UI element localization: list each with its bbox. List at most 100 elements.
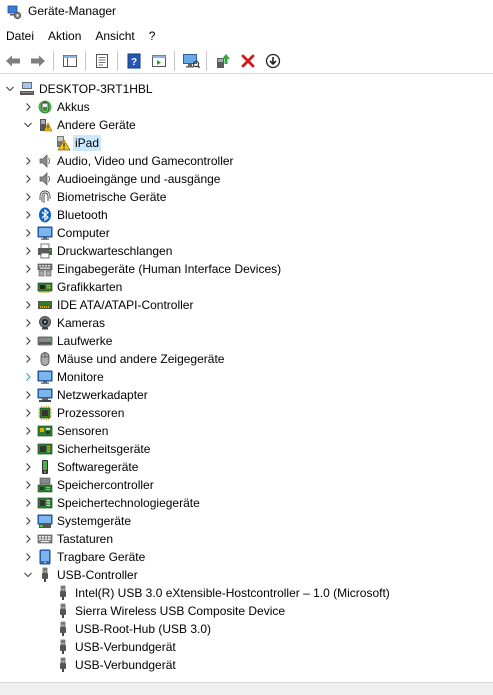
properties-icon	[96, 53, 108, 68]
back-button[interactable]	[1, 50, 25, 72]
tree-item-audio-video-und-gamecontroller[interactable]: Audio, Video und Gamecontroller	[0, 152, 493, 170]
tree-item-grafikkarten[interactable]: Grafikkarten	[0, 278, 493, 296]
menu-ansicht[interactable]: Ansicht	[88, 26, 141, 46]
tree-item-bluetooth[interactable]: Bluetooth	[0, 206, 493, 224]
menu-help[interactable]: ?	[142, 26, 163, 46]
tree-item-label: Netzwerkadapter	[57, 388, 148, 402]
uninstall-device-button[interactable]	[236, 50, 260, 72]
expand-toggle[interactable]	[22, 242, 34, 260]
expand-toggle[interactable]	[22, 476, 34, 494]
update-driver-button[interactable]	[211, 50, 235, 72]
expand-toggle[interactable]	[22, 332, 34, 350]
toolbar-separator	[117, 50, 118, 71]
expand-toggle[interactable]	[22, 188, 34, 206]
tree-item-label: Monitore	[57, 370, 104, 384]
tree-item-sicherheitsgeraete[interactable]: Sicherheitsgeräte	[0, 440, 493, 458]
expand-toggle[interactable]	[22, 278, 34, 296]
tree-item-audioeingaenge-und-ausgaenge[interactable]: Audioeingänge und -ausgänge	[0, 170, 493, 188]
help-icon: ?	[127, 53, 141, 68]
tree-item-computer[interactable]: Computer	[0, 224, 493, 242]
tree-item-druckwarteschlangen[interactable]: Druckwarteschlangen	[0, 242, 493, 260]
tree-item-label: Druckwarteschlangen	[57, 244, 173, 258]
chevron-right-icon	[26, 103, 31, 111]
toolbar: ?	[0, 48, 493, 74]
show-hide-console-tree-button[interactable]	[58, 50, 82, 72]
expand-toggle[interactable]	[22, 314, 34, 332]
tree-item-akkus[interactable]: Akkus	[0, 98, 493, 116]
menu-datei[interactable]: Datei	[0, 26, 41, 46]
expand-toggle[interactable]	[22, 170, 34, 188]
menu-aktion[interactable]: Aktion	[41, 26, 88, 46]
tree-item-label: Tragbare Geräte	[57, 550, 146, 564]
tree-item-biometrische-geraete[interactable]: Biometrische Geräte	[0, 188, 493, 206]
expand-toggle[interactable]	[22, 206, 34, 224]
chevron-right-icon	[26, 247, 31, 255]
tree-item-tastaturen[interactable]: Tastaturen	[0, 530, 493, 548]
tree-item-sierra-wireless-usb-composite-device[interactable]: Sierra Wireless USB Composite Device	[0, 602, 493, 620]
chevron-right-icon	[26, 553, 31, 561]
tree-item-monitore[interactable]: Monitore	[0, 368, 493, 386]
expand-toggle[interactable]	[22, 368, 34, 386]
tree-item-systemgeraete[interactable]: Systemgeräte	[0, 512, 493, 530]
tree-item-label: Tastaturen	[57, 532, 114, 546]
action-pane-button[interactable]	[147, 50, 171, 72]
tree-item-laufwerke[interactable]: Laufwerke	[0, 332, 493, 350]
expand-toggle[interactable]	[22, 386, 34, 404]
tree-item-softwaregeraete[interactable]: Softwaregeräte	[0, 458, 493, 476]
expand-toggle[interactable]	[22, 530, 34, 548]
collapse-toggle[interactable]	[22, 566, 34, 584]
usb-plug-icon	[55, 603, 71, 619]
expand-toggle[interactable]	[22, 440, 34, 458]
expand-toggle[interactable]	[22, 296, 34, 314]
collapse-toggle[interactable]	[22, 116, 34, 134]
tree-item-label: Andere Geräte	[57, 118, 136, 132]
expand-toggle[interactable]	[22, 512, 34, 530]
usb-plug-icon	[55, 639, 71, 655]
properties-button[interactable]	[90, 50, 114, 72]
tree-item-tragbare-geraete[interactable]: Tragbare Geräte	[0, 548, 493, 566]
tree-item-prozessoren[interactable]: Prozessoren	[0, 404, 493, 422]
chevron-right-icon	[26, 445, 31, 453]
expand-toggle[interactable]	[22, 152, 34, 170]
drive-icon	[37, 333, 53, 349]
tree-item-label: Speichercontroller	[57, 478, 154, 492]
expand-toggle[interactable]	[22, 224, 34, 242]
tree-item-andere-geraete[interactable]: Andere Geräte	[0, 116, 493, 134]
toolbar-separator	[174, 50, 175, 71]
ide-controller-icon	[37, 297, 53, 313]
tree-item-intel-r-usb-3-0-extensible-hostcontroller-1-0-microsoft[interactable]: Intel(R) USB 3.0 eXtensible-Hostcontroll…	[0, 584, 493, 602]
window-title: Geräte-Manager	[28, 4, 117, 18]
collapse-toggle[interactable]	[4, 80, 16, 98]
expand-toggle[interactable]	[22, 494, 34, 512]
tree-item-kameras[interactable]: Kameras	[0, 314, 493, 332]
tree-item-netzwerkadapter[interactable]: Netzwerkadapter	[0, 386, 493, 404]
tree-item-ide-ata-atapi-controller[interactable]: IDE ATA/ATAPI-Controller	[0, 296, 493, 314]
tree-item-speichertechnologiegeraete[interactable]: Speichertechnologiegeräte	[0, 494, 493, 512]
tree-item-usb-root-hub-usb-3-0[interactable]: USB-Root-Hub (USB 3.0)	[0, 620, 493, 638]
sensor-icon	[37, 423, 53, 439]
tree-item-speichercontroller[interactable]: Speichercontroller	[0, 476, 493, 494]
expand-toggle[interactable]	[22, 458, 34, 476]
tree-item-desktop-3rt1hbl[interactable]: DESKTOP-3RT1HBL	[0, 80, 493, 98]
tree-item-label: Sensoren	[57, 424, 109, 438]
expand-toggle[interactable]	[22, 260, 34, 278]
monitor-icon	[37, 369, 53, 385]
expand-toggle[interactable]	[22, 404, 34, 422]
tree-item-usb-verbundgeraet[interactable]: USB-Verbundgerät	[0, 638, 493, 656]
title-bar: Geräte-Manager	[0, 0, 493, 24]
tree-item-maeuse-und-andere-zeigegeraete[interactable]: Mäuse und andere Zeigegeräte	[0, 350, 493, 368]
forward-button[interactable]	[26, 50, 50, 72]
expand-toggle[interactable]	[22, 350, 34, 368]
scan-hardware-button[interactable]	[179, 50, 203, 72]
tree-item-eingabegeraete-human-interface-devices[interactable]: Eingabegeräte (Human Interface Devices)	[0, 260, 493, 278]
help-button[interactable]: ?	[122, 50, 146, 72]
tree-item-sensoren[interactable]: Sensoren	[0, 422, 493, 440]
expand-toggle[interactable]	[22, 422, 34, 440]
tree-item-usb-controller[interactable]: USB-Controller	[0, 566, 493, 584]
tree-item-label: Audio, Video und Gamecontroller	[57, 154, 234, 168]
disable-device-button[interactable]	[261, 50, 285, 72]
expand-toggle[interactable]	[22, 98, 34, 116]
tree-item-ipad[interactable]: iPad	[0, 134, 493, 152]
tree-item-usb-verbundgeraet[interactable]: USB-Verbundgerät	[0, 656, 493, 674]
expand-toggle[interactable]	[22, 548, 34, 566]
